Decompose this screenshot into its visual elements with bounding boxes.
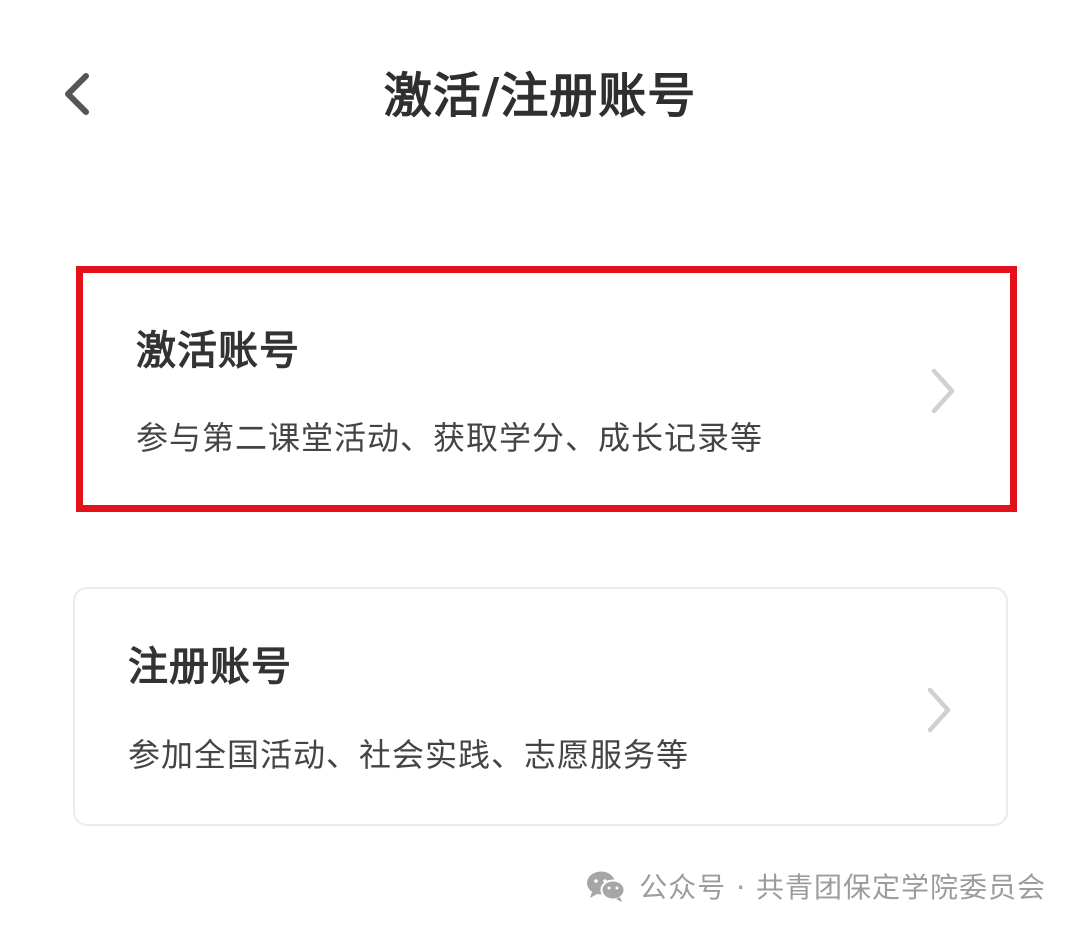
card-title: 激活账号: [136, 328, 300, 374]
chevron-right-icon: [931, 368, 955, 414]
register-account-card[interactable]: 注册账号 参加全国活动、社会实践、志愿服务等: [73, 587, 1008, 826]
card-title: 注册账号: [128, 644, 292, 690]
card-description: 参与第二课堂活动、获取学分、成长记录等: [136, 419, 764, 457]
activate-account-card[interactable]: 激活账号 参与第二课堂活动、获取学分、成长记录等: [76, 266, 1017, 512]
card-description: 参加全国活动、社会实践、志愿服务等: [128, 736, 690, 774]
page-title: 激活/注册账号: [383, 68, 697, 124]
watermark: 公众号 · 共青团保定学院委员会: [585, 866, 1046, 906]
wechat-icon: [587, 871, 626, 902]
chevron-right-icon: [927, 687, 951, 733]
watermark-text: 公众号 · 共青团保定学院委员会: [639, 871, 1046, 904]
